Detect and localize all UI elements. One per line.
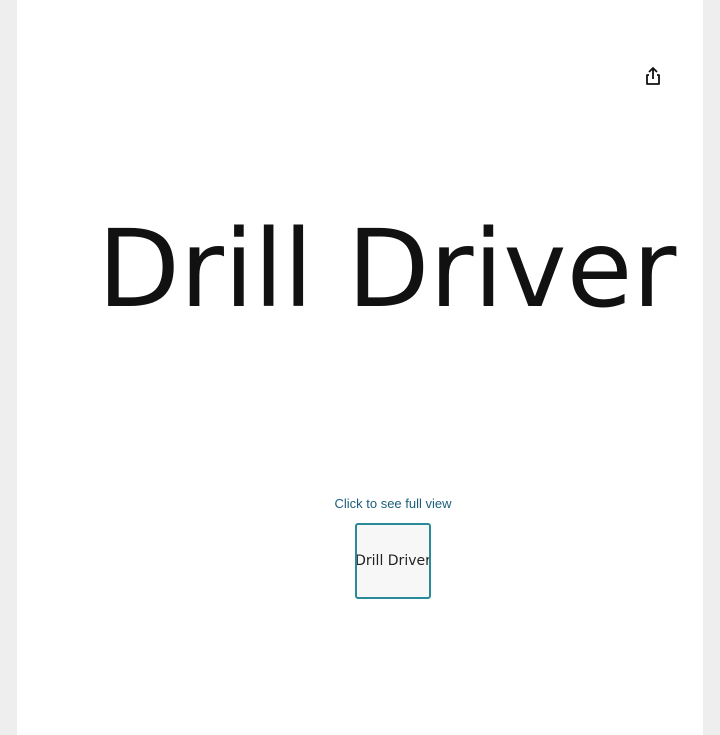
- thumbnail-text: Drill Driver: [355, 553, 431, 569]
- image-viewer-panel: Drill Driver Click to see full view Dril…: [17, 0, 703, 735]
- main-product-image-text: Drill Driver: [97, 207, 677, 332]
- share-icon: [646, 67, 660, 85]
- full-view-link[interactable]: Click to see full view: [313, 496, 473, 511]
- main-product-image[interactable]: Drill Driver: [87, 205, 687, 335]
- thumbnail-selected[interactable]: Drill Driver: [355, 523, 431, 599]
- share-button[interactable]: [641, 64, 665, 88]
